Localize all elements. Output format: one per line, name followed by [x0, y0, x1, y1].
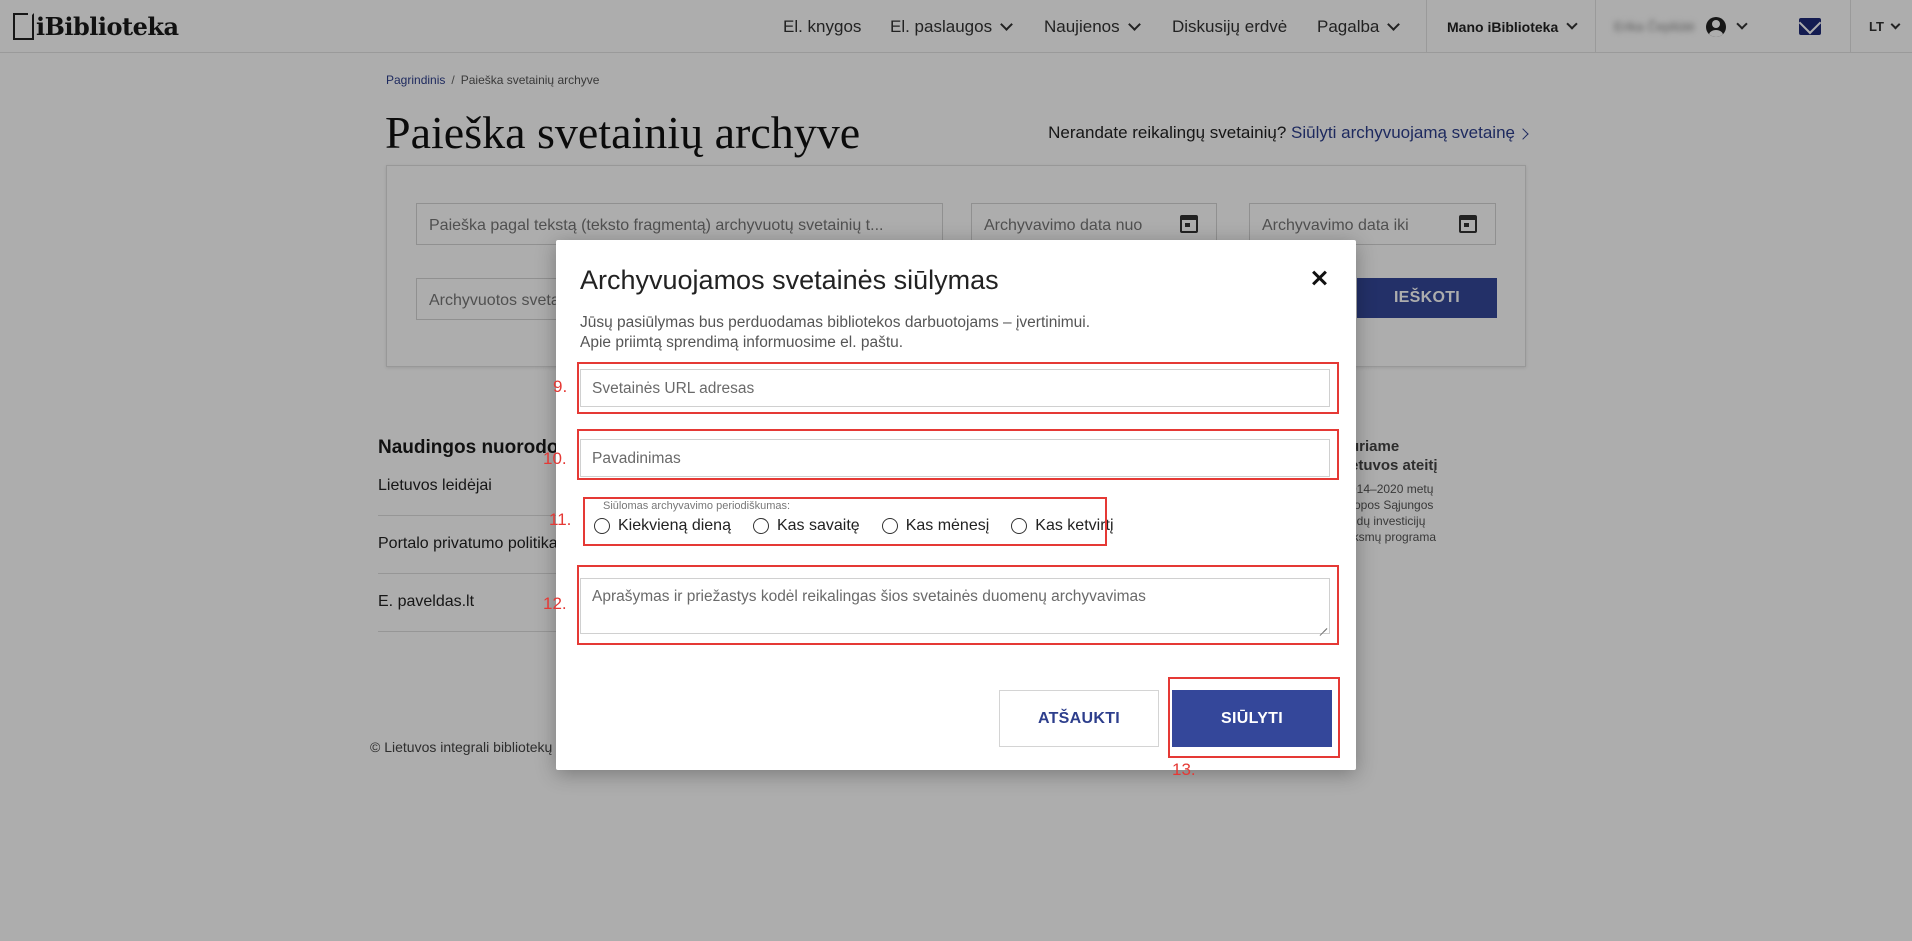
annotation-number: 10.	[543, 449, 567, 468]
annotation-box	[1168, 677, 1340, 758]
annotation-number: 13.	[1172, 760, 1196, 779]
modal-description: Jūsų pasiūlymas bus perduodamas bibliote…	[580, 313, 1090, 353]
annotation-box	[583, 497, 1107, 546]
annotation-number: 12.	[543, 594, 567, 613]
close-icon[interactable]	[1309, 268, 1329, 288]
annotation-number: 11.	[549, 510, 572, 529]
annotation-box	[577, 362, 1339, 414]
modal-description-line: Apie priimtą sprendimą informuosime el. …	[580, 334, 904, 351]
annotation-box	[577, 429, 1339, 480]
modal-title: Archyvuojamos svetainės siūlymas	[580, 265, 999, 295]
cancel-button[interactable]: ATŠAUKTI	[999, 690, 1159, 747]
annotation-number: 9.	[553, 377, 568, 396]
modal-description-line: Jūsų pasiūlymas bus perduodamas bibliote…	[580, 314, 1091, 331]
annotation-box	[577, 565, 1339, 645]
